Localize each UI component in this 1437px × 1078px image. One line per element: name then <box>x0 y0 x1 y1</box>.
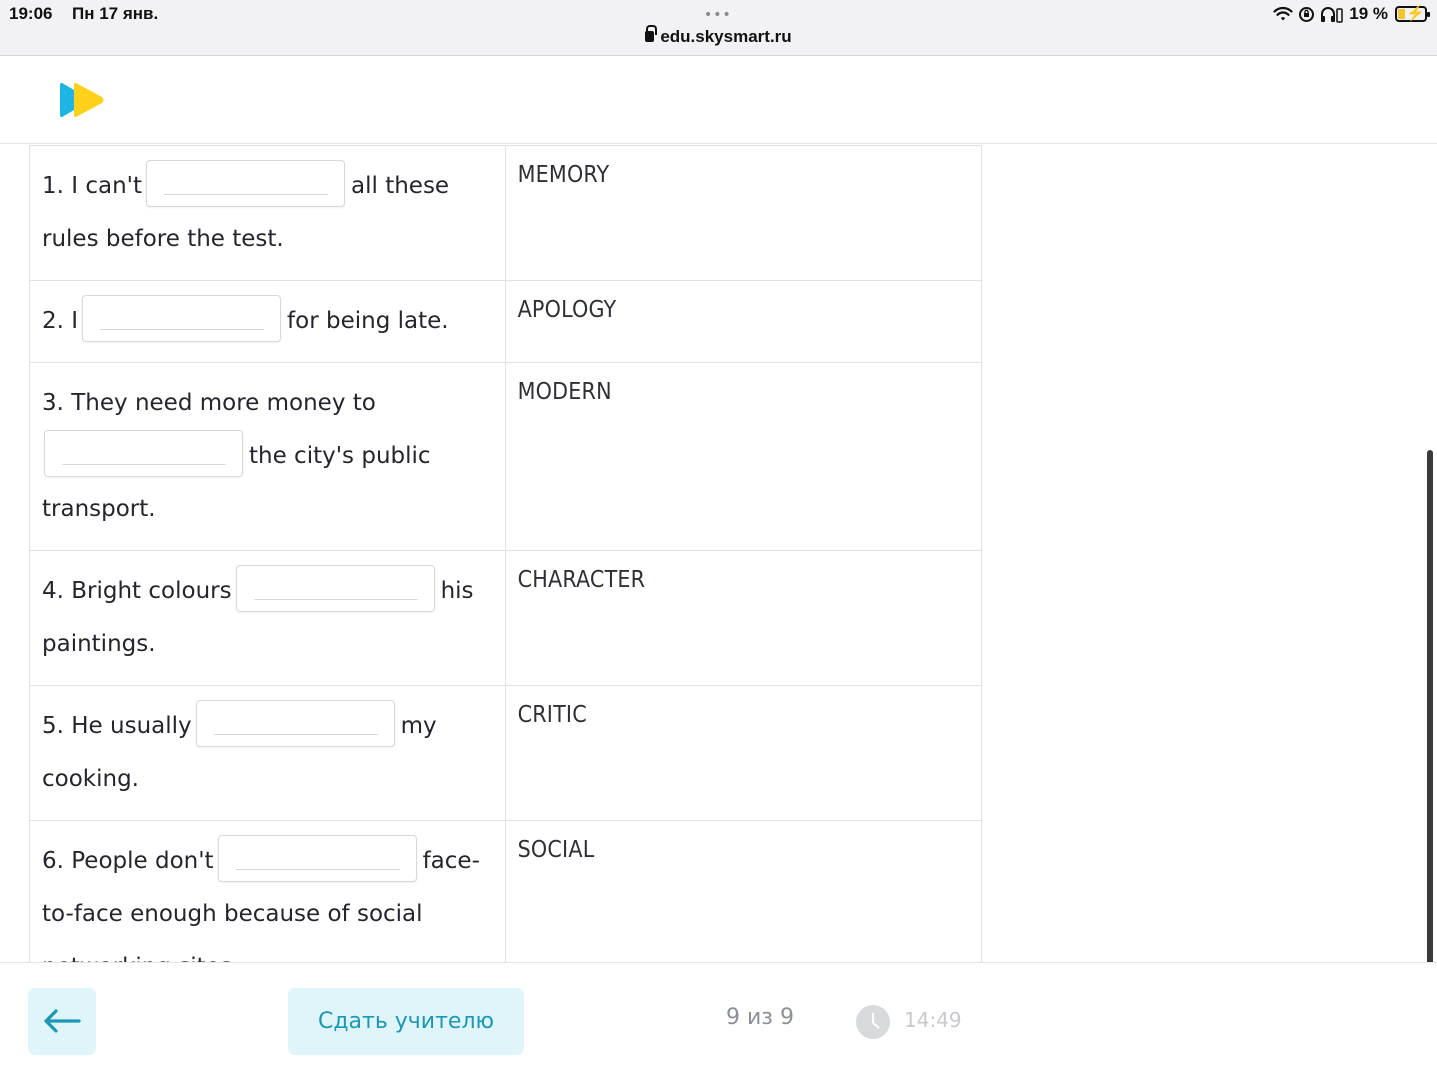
table-row: 5. He usually my cooking. CRITIC <box>29 685 983 821</box>
answer-input-2[interactable] <box>82 295 282 342</box>
submit-to-teacher-button[interactable]: Сдать учителю <box>288 988 524 1055</box>
status-indicators: 19 % ⚡ <box>1273 3 1430 25</box>
answer-input-6[interactable] <box>217 835 417 882</box>
status-date: Пн 17 янв. <box>72 4 159 23</box>
sentence-cell: 4. Bright colours his paintings. <box>29 550 506 686</box>
skysmart-logo[interactable] <box>58 82 106 118</box>
sentence-start: 1. I can't <box>42 173 143 199</box>
sentence-cell: 1. I can't all these rules before the tes… <box>29 145 506 281</box>
base-word-cell: SOCIAL <box>504 820 983 962</box>
table-row: 1. I can't all these rules before the tes… <box>29 145 983 281</box>
lock-icon <box>645 25 658 42</box>
battery-icon: ⚡ <box>1395 5 1430 22</box>
page-scrollbar[interactable] <box>1427 450 1433 978</box>
timer: 14:49 <box>904 1008 962 1032</box>
page-counter: 9 из 9 <box>726 1005 794 1030</box>
table-row: 6. People don't face-to-face enough becau… <box>29 820 983 962</box>
sentence-cell: 6. People don't face-to-face enough becau… <box>29 820 506 962</box>
battery-percent: 19 % <box>1349 4 1388 23</box>
back-button[interactable] <box>28 988 96 1055</box>
table-row: 4. Bright colours his paintings. CHARACTE… <box>29 550 983 686</box>
sentence-cell: 2. I for being late. <box>29 280 506 363</box>
sentence-end: for being late. <box>287 308 449 334</box>
exercise-area: 1. I can't all these rules before the tes… <box>0 145 1437 962</box>
answer-input-1[interactable] <box>146 160 346 207</box>
status-time: 19:06 <box>9 4 53 23</box>
multitasking-dots-icon[interactable]: ••• <box>704 6 732 24</box>
table-row: 3. They need more money to the city's pu… <box>29 362 983 551</box>
answer-input-3[interactable] <box>44 430 243 477</box>
word-formation-table: 1. I can't all these rules before the tes… <box>29 145 983 962</box>
base-word-cell: APOLOGY <box>504 280 983 363</box>
url-text: edu.skysmart.ru <box>660 27 792 46</box>
base-word-cell: CHARACTER <box>504 550 983 686</box>
arrow-left-icon <box>44 1009 81 1033</box>
table-row: 2. I for being late. APOLOGY <box>29 280 983 363</box>
sentence-start: 5. He usually <box>42 713 192 739</box>
base-word-cell: CRITIC <box>504 685 983 821</box>
wifi-icon <box>1273 6 1293 21</box>
answer-input-5[interactable] <box>195 700 395 747</box>
sentence-start: 4. Bright colours <box>42 578 232 604</box>
orientation-lock-icon <box>1299 6 1315 22</box>
clock-icon <box>856 1005 890 1039</box>
base-word-cell: MEMORY <box>504 145 983 281</box>
address-bar[interactable]: edu.skysmart.ru <box>0 25 1437 47</box>
answer-input-4[interactable] <box>235 565 435 612</box>
sentence-cell: 5. He usually my cooking. <box>29 685 506 821</box>
headphones-icon <box>1321 6 1343 23</box>
bottom-bar: Сдать учителю 9 из 9 14:49 <box>0 962 1437 1078</box>
sentence-start: 3. They need more money to <box>42 390 376 416</box>
base-word-cell: MODERN <box>504 362 983 551</box>
sentence-cell: 3. They need more money to the city's pu… <box>29 362 506 551</box>
browser-status-bar: 19:06 Пн 17 янв. ••• edu.skysmart.ru 19 … <box>0 0 1437 56</box>
sentence-start: 2. I <box>42 308 79 334</box>
sentence-start: 6. People don't <box>42 848 214 874</box>
app-header <box>0 56 1437 144</box>
